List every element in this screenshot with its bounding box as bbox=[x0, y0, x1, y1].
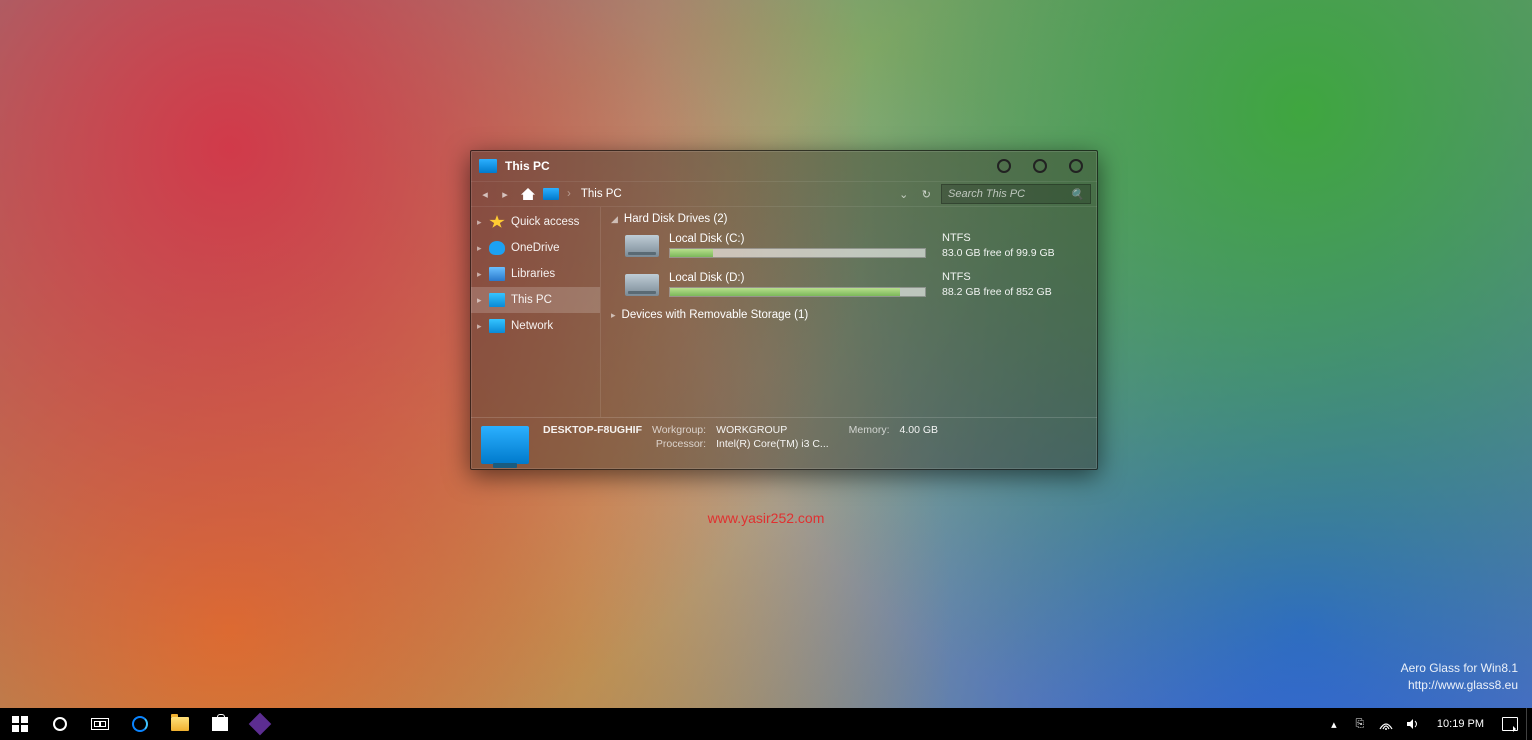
taskbar-app-generic[interactable] bbox=[240, 708, 280, 740]
action-center-button[interactable] bbox=[1502, 717, 1518, 731]
sidebar-item-label: Quick access bbox=[511, 216, 579, 228]
group-header-hdd[interactable]: ◢ Hard Disk Drives (2) bbox=[611, 213, 1087, 225]
refresh-button[interactable]: ↻ bbox=[916, 188, 937, 201]
memory-value: 4.00 GB bbox=[900, 424, 939, 436]
chevron-right-icon: ▸ bbox=[477, 243, 483, 254]
chevron-right-icon: ▸ bbox=[611, 310, 616, 321]
edge-icon bbox=[132, 716, 148, 732]
file-explorer-window: This PC ◂ ▸ › This PC ⌄ ↻ Search This PC… bbox=[470, 150, 1098, 470]
sidebar-item-label: This PC bbox=[511, 294, 552, 306]
taskbar-app-edge[interactable] bbox=[120, 708, 160, 740]
start-button[interactable] bbox=[0, 708, 40, 740]
chevron-right-icon: ▸ bbox=[477, 269, 483, 280]
breadcrumb-pc-icon bbox=[543, 188, 559, 200]
network-icon[interactable] bbox=[1379, 717, 1393, 731]
sidebar-item-label: OneDrive bbox=[511, 242, 560, 254]
pc-icon bbox=[489, 293, 505, 307]
hdd-icon bbox=[625, 235, 659, 257]
show-desktop-button[interactable] bbox=[1526, 708, 1532, 740]
taskbar: ▴ ⎘ 10:19 PM bbox=[0, 708, 1532, 740]
task-view-button[interactable] bbox=[80, 708, 120, 740]
window-title: This PC bbox=[505, 159, 997, 173]
group-header-label: Hard Disk Drives (2) bbox=[624, 213, 728, 225]
usage-bar bbox=[669, 287, 926, 297]
chevron-right-icon: ▸ bbox=[477, 295, 483, 306]
hdd-icon bbox=[625, 274, 659, 296]
cortana-button[interactable] bbox=[40, 708, 80, 740]
system-tray: ▴ ⎘ 10:19 PM bbox=[1319, 717, 1526, 731]
app-icon bbox=[249, 713, 272, 736]
task-view-icon bbox=[91, 718, 109, 730]
taskbar-app-explorer[interactable] bbox=[160, 708, 200, 740]
nav-pane: ▸ Quick access ▸ OneDrive ▸ Libraries ▸ bbox=[471, 207, 601, 417]
desktop-wallpaper: This PC ◂ ▸ › This PC ⌄ ↻ Search This PC… bbox=[0, 0, 1532, 740]
drive-name: Local Disk (D:) bbox=[669, 272, 926, 284]
titlebar[interactable]: This PC bbox=[471, 151, 1097, 181]
windows-logo-icon bbox=[12, 716, 28, 732]
chevron-down-icon: ◢ bbox=[611, 214, 618, 225]
watermark-center: www.yasir252.com bbox=[708, 510, 825, 526]
breadcrumb-separator: › bbox=[567, 188, 571, 200]
sidebar-item-label: Libraries bbox=[511, 268, 555, 280]
workgroup-label: Workgroup: bbox=[652, 424, 706, 436]
processor-label: Processor: bbox=[652, 438, 706, 450]
breadcrumb-dropdown[interactable]: ⌄ bbox=[896, 188, 912, 201]
aero-glass-line2: http://www.glass8.eu bbox=[1401, 677, 1518, 694]
sidebar-item-quick-access[interactable]: ▸ Quick access bbox=[471, 209, 600, 235]
network-icon bbox=[489, 319, 505, 333]
minimize-button[interactable] bbox=[997, 159, 1011, 173]
content-pane: ◢ Hard Disk Drives (2) Local Disk (C:) N… bbox=[601, 207, 1097, 417]
address-bar[interactable]: This PC bbox=[575, 188, 892, 200]
drive-filesystem: NTFS bbox=[942, 231, 1087, 246]
drive-filesystem: NTFS bbox=[942, 270, 1087, 285]
tray-overflow-button[interactable]: ▴ bbox=[1327, 717, 1341, 731]
search-placeholder: Search This PC bbox=[948, 188, 1070, 200]
drive-name: Local Disk (C:) bbox=[669, 233, 926, 245]
search-icon: 🔍 bbox=[1070, 188, 1084, 201]
search-input[interactable]: Search This PC 🔍 bbox=[941, 184, 1091, 204]
usage-bar bbox=[669, 248, 926, 258]
computer-icon bbox=[481, 426, 529, 464]
taskbar-app-store[interactable] bbox=[200, 708, 240, 740]
drive-free-space: 83.0 GB free of 99.9 GB bbox=[942, 246, 1087, 260]
usage-bar-fill bbox=[670, 288, 900, 296]
taskbar-clock[interactable]: 10:19 PM bbox=[1431, 718, 1490, 730]
volume-icon[interactable] bbox=[1405, 717, 1419, 731]
chevron-right-icon: ▸ bbox=[477, 321, 483, 332]
processor-value: Intel(R) Core(TM) i3 C... bbox=[716, 438, 829, 450]
group-header-removable[interactable]: ▸ Devices with Removable Storage (1) bbox=[611, 309, 1087, 321]
sidebar-item-libraries[interactable]: ▸ Libraries bbox=[471, 261, 600, 287]
store-icon bbox=[212, 717, 228, 731]
sidebar-item-this-pc[interactable]: ▸ This PC bbox=[471, 287, 600, 313]
drive-free-space: 88.2 GB free of 852 GB bbox=[942, 285, 1087, 299]
pc-icon bbox=[479, 159, 497, 173]
maximize-button[interactable] bbox=[1033, 159, 1047, 173]
star-icon bbox=[489, 215, 505, 229]
cloud-icon bbox=[489, 241, 505, 255]
aero-glass-watermark: Aero Glass for Win8.1 http://www.glass8.… bbox=[1401, 660, 1518, 694]
drive-item-c[interactable]: Local Disk (C:) NTFS 83.0 GB free of 99.… bbox=[611, 231, 1087, 260]
pc-name: DESKTOP-F8UGHIF bbox=[543, 424, 642, 436]
close-button[interactable] bbox=[1069, 159, 1083, 173]
breadcrumb-text: This PC bbox=[581, 188, 622, 200]
sidebar-item-onedrive[interactable]: ▸ OneDrive bbox=[471, 235, 600, 261]
sidebar-item-label: Network bbox=[511, 320, 553, 332]
tray-icon[interactable]: ⎘ bbox=[1353, 717, 1367, 731]
workgroup-value: WORKGROUP bbox=[716, 424, 829, 436]
group-header-label: Devices with Removable Storage (1) bbox=[622, 309, 809, 321]
chevron-right-icon: ▸ bbox=[477, 217, 483, 228]
nav-toolbar: ◂ ▸ › This PC ⌄ ↻ Search This PC 🔍 bbox=[471, 181, 1097, 207]
libraries-icon bbox=[489, 267, 505, 281]
nav-forward-button[interactable]: ▸ bbox=[497, 188, 513, 201]
folder-icon bbox=[171, 717, 189, 731]
nav-back-button[interactable]: ◂ bbox=[477, 188, 493, 201]
details-pane: DESKTOP-F8UGHIF Workgroup: WORKGROUP Mem… bbox=[471, 417, 1097, 469]
sidebar-item-network[interactable]: ▸ Network bbox=[471, 313, 600, 339]
drive-item-d[interactable]: Local Disk (D:) NTFS 88.2 GB free of 852… bbox=[611, 270, 1087, 299]
aero-glass-line1: Aero Glass for Win8.1 bbox=[1401, 660, 1518, 677]
memory-label: Memory: bbox=[849, 424, 890, 436]
usage-bar-fill bbox=[670, 249, 713, 257]
cortana-icon bbox=[53, 717, 67, 731]
home-icon[interactable] bbox=[521, 188, 535, 200]
